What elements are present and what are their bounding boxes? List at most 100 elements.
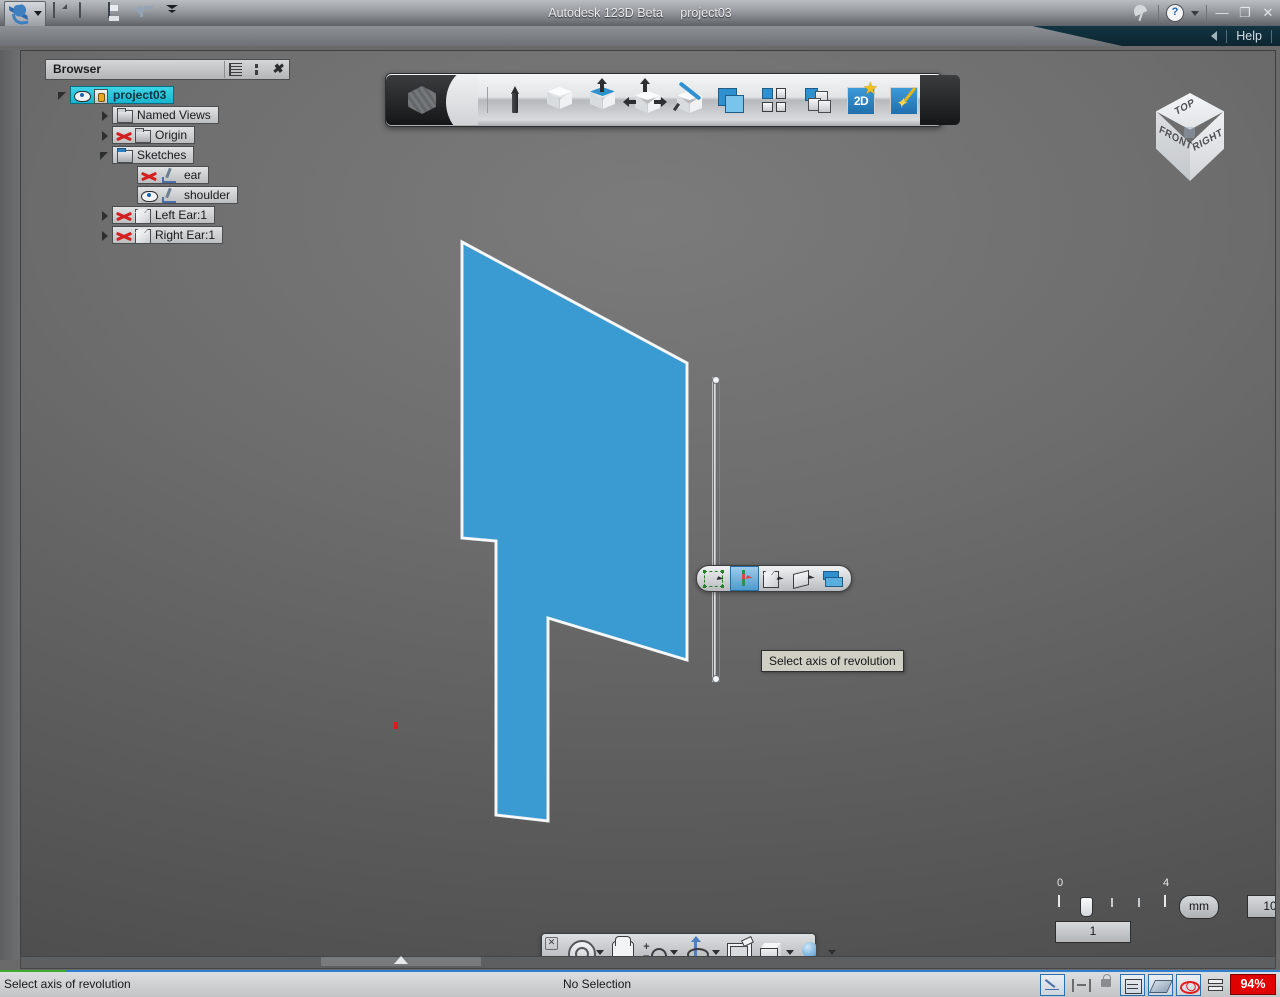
chevron-down-icon[interactable] [670,949,678,955]
tree-row-right-ear[interactable]: Right Ear:1 [45,225,290,245]
tree-row-sketches[interactable]: Sketches [45,145,290,165]
revolution-axis[interactable] [712,376,720,683]
snap-toggle[interactable] [1040,973,1065,996]
scale-value-field[interactable]: 1 [1055,921,1131,943]
toolbar-overflow[interactable] [920,75,960,125]
toolbar-buttons: 2D ★ ✦ [497,78,920,117]
browser-header-buttons: ✖ [224,61,288,78]
solid-body-icon [133,228,151,244]
tree-row-shoulder[interactable]: shoulder [45,185,290,205]
browser-tree: project03 Named Views Origin Sketches ea… [45,85,290,245]
expand-twisty-icon[interactable] [99,129,112,142]
scrollbar-grip-icon[interactable] [394,956,408,964]
selection-filter-toolbar [696,565,852,592]
tree-item[interactable]: project03 [70,86,175,104]
scale-tick-label-4: 4 [1163,877,1170,889]
scale-slider-handle[interactable] [1080,897,1093,917]
select-plane-filter[interactable] [789,566,819,591]
sketch-tool[interactable] [499,83,533,117]
select-vertex-filter[interactable] [700,566,730,591]
browser-dock-button[interactable] [246,61,267,78]
help-link[interactable]: Help [1236,29,1262,43]
hidden-redx-icon[interactable] [115,208,133,223]
primitives-tool[interactable] [542,83,576,117]
dual-pane-toggle[interactable] [1204,975,1227,995]
chevron-down-icon[interactable] [712,949,720,955]
grouping-tool[interactable] [757,83,791,117]
horizontal-scrollbar[interactable] [20,956,1276,969]
combine-tool[interactable] [714,83,748,117]
select-face-filter[interactable] [759,566,789,591]
communication-center-icon[interactable] [1131,4,1151,22]
3d-canvas[interactable]: Browser ✖ project03 Named Views Origin S… [20,50,1276,962]
tree-item[interactable]: Left Ear:1 [112,206,216,224]
tree-item[interactable]: Right Ear:1 [112,226,224,244]
hidden-redx-icon[interactable] [140,168,158,183]
eye-icon[interactable] [73,88,91,103]
expand-twisty-icon[interactable] [99,229,112,242]
tree-row-named-views[interactable]: Named Views [45,105,290,125]
tree-item[interactable]: shoulder [137,186,239,204]
extrude-tool[interactable] [585,78,619,117]
tree-row-ear[interactable]: ear [45,165,290,185]
sketch-pencil-icon [158,188,176,203]
tree-row-left-ear[interactable]: Left Ear:1 [45,205,290,225]
chevron-down-icon[interactable] [1191,10,1199,16]
chevron-down-icon[interactable] [828,949,836,955]
hidden-redx-icon[interactable] [115,128,133,143]
home-icon[interactable] [1184,127,1195,138]
grid-toggle[interactable] [1120,973,1145,996]
close-button[interactable]: ✕ [1260,5,1276,21]
measure-toggle[interactable] [1068,975,1091,995]
restore-button[interactable]: ❐ [1237,5,1253,21]
status-bar: Select axis of revolution No Selection 9… [0,970,1280,997]
arrow-up-icon [597,78,607,92]
browser-close-button[interactable]: ✖ [267,61,288,78]
eye-icon[interactable] [140,188,158,203]
cube-logo-icon [408,86,436,114]
tree-item[interactable]: Sketches [112,146,195,164]
expand-twisty-icon[interactable] [99,149,112,162]
app-title: Autodesk 123D Beta [548,6,663,20]
view-cube[interactable]: TOP FRONT RIGHT [1147,93,1233,185]
sketch-profile-shape[interactable] [460,239,689,823]
toolbar-logo-area[interactable] [386,75,478,125]
expand-twisty-icon[interactable] [57,89,70,102]
orbit-toggle[interactable] [1176,973,1201,996]
close-icon[interactable]: ✕ [545,937,558,950]
pattern-sweep-tool[interactable] [671,81,705,117]
chevron-down-icon[interactable] [596,949,604,955]
minimize-button[interactable]: — [1214,5,1230,21]
ribbon-tab-strip[interactable] [0,26,1122,46]
status-toggles: 94% [1040,973,1276,996]
chevron-down-icon[interactable] [786,949,794,955]
tree-item[interactable]: Named Views [112,106,219,124]
browser-filter-button[interactable] [224,61,246,78]
collapse-ribbon-icon[interactable] [1211,31,1218,41]
hidden-redx-icon[interactable] [115,228,133,243]
expand-twisty-icon[interactable] [99,209,112,222]
axis-endpoint-bottom[interactable] [712,675,720,683]
plane-toggle[interactable] [1148,973,1174,996]
2d-drawing-tool[interactable]: 2D ★ [843,80,878,117]
units-button[interactable]: mm [1179,895,1219,919]
select-edge-filter[interactable] [729,566,760,591]
tree-row-project03[interactable]: project03 [45,85,290,105]
tree-item-label: project03 [113,88,167,102]
tree-item-label: ear [184,168,202,182]
lock-toggle[interactable] [1094,973,1117,995]
axis-endpoint-top[interactable] [712,376,720,384]
divider [1271,29,1272,43]
expand-twisty-icon[interactable] [99,109,112,122]
assemble-tool[interactable] [800,83,834,117]
tree-item[interactable]: Origin [112,126,196,144]
select-solid-filter[interactable] [818,566,848,591]
help-icon[interactable]: ? [1166,4,1184,22]
zoom-value-field[interactable]: 10 [1247,895,1275,918]
tree-row-origin[interactable]: Origin [45,125,290,145]
smart-tool[interactable]: ✦ [886,83,920,117]
modify-tool[interactable] [623,78,667,117]
status-selection: No Selection [563,977,632,991]
tree-item[interactable]: ear [137,166,210,184]
tree-item-label: Named Views [137,108,211,122]
